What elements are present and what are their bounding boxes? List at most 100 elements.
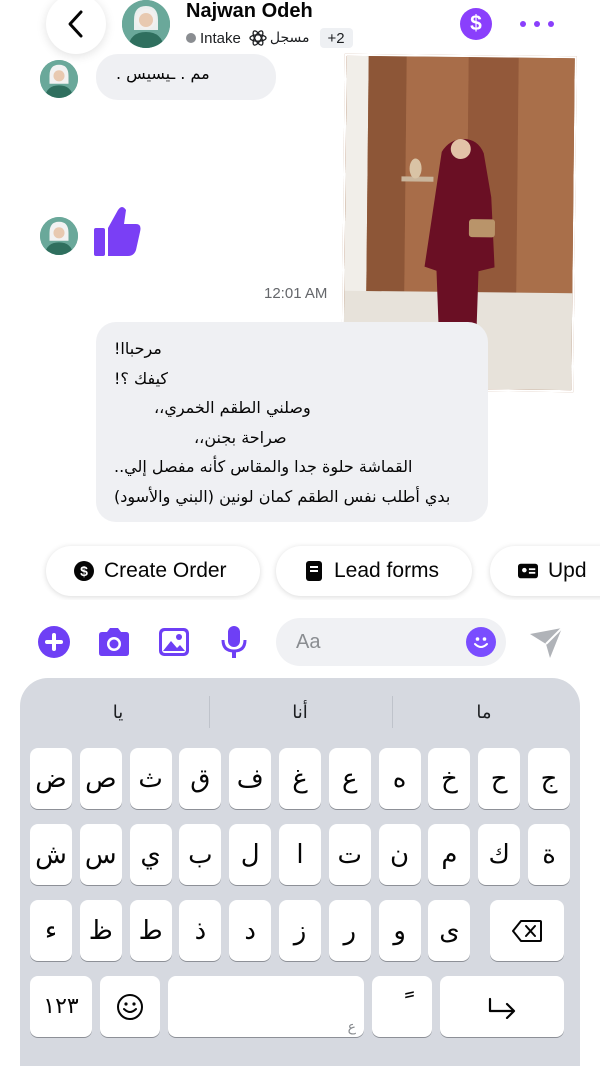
create-order-label: Create Order <box>104 559 227 582</box>
arabic-keyboard: يا أنا ما ١٢٣ ع ً ضصثقفغعهخحجشسيبلاتنمكة… <box>20 678 580 1066</box>
suggestion-item[interactable]: يا <box>58 692 178 732</box>
contact-name[interactable]: Najwan Odeh <box>186 0 313 23</box>
back-button[interactable] <box>46 0 106 54</box>
letter-key[interactable]: ل <box>229 824 272 885</box>
chat-header: Najwan Odeh Intake مسجل +2 $ <box>0 0 600 60</box>
payments-button[interactable]: $ <box>460 8 492 40</box>
letter-key[interactable]: ذ <box>179 900 222 961</box>
letter-key[interactable]: ء <box>30 900 72 961</box>
emoji-button[interactable] <box>466 627 496 657</box>
letter-key[interactable]: ح <box>478 748 521 809</box>
message-line: وصلني الطقم الخمري،، <box>154 398 311 417</box>
send-button[interactable] <box>526 624 566 660</box>
sender-avatar[interactable] <box>40 217 78 255</box>
backspace-icon <box>512 919 542 942</box>
message-composer <box>0 612 600 672</box>
letter-key[interactable]: ش <box>30 824 72 885</box>
letter-key[interactable]: ق <box>179 748 222 809</box>
more-dot-icon <box>548 21 554 27</box>
sender-avatar[interactable] <box>40 60 78 98</box>
message-line: بدي أطلب نفس الطقم كمان لونين (البني وال… <box>114 486 451 506</box>
message-line: كيفك ؟! <box>114 368 169 388</box>
return-arrow-icon <box>488 997 516 1019</box>
message-line: القماشة حلوة جدا والمقاس كأنه مفصل إلي.. <box>114 457 413 476</box>
contact-avatar[interactable] <box>122 0 170 48</box>
extra-tags-badge[interactable]: +2 <box>319 28 353 48</box>
message-input-container[interactable] <box>276 618 506 666</box>
letter-key[interactable]: ك <box>478 824 521 885</box>
message-input[interactable] <box>296 626 456 658</box>
voice-button[interactable] <box>216 624 252 660</box>
lead-forms-label: Lead forms <box>334 559 440 582</box>
smiley-icon <box>474 637 488 648</box>
send-arrow-icon <box>530 627 563 658</box>
message-line: صراحة بجنن،، <box>194 427 287 447</box>
return-key[interactable] <box>440 976 564 1037</box>
add-button[interactable] <box>36 624 72 660</box>
message-line: مرحباا! <box>114 339 162 358</box>
letter-key[interactable]: م <box>428 824 471 885</box>
letter-key[interactable]: ص <box>79 748 122 809</box>
letter-key[interactable]: خ <box>428 748 471 809</box>
letter-key[interactable]: ز <box>279 900 321 961</box>
atom-icon <box>249 30 267 46</box>
letter-key[interactable]: و <box>378 900 421 961</box>
gallery-button[interactable] <box>156 624 192 660</box>
tag-label[interactable]: مسجل <box>270 30 310 46</box>
status-label[interactable]: Intake <box>200 30 241 47</box>
letter-key[interactable]: ى <box>428 900 471 961</box>
letter-key[interactable]: ف <box>229 748 272 809</box>
suggestion-divider <box>209 696 210 728</box>
space-key-hint: ع <box>347 1019 356 1035</box>
message-timestamp: 12:01 AM <box>264 285 328 302</box>
dollar-circle-icon: $ <box>74 561 94 581</box>
microphone-icon <box>221 626 247 658</box>
letter-key[interactable]: س <box>79 824 122 885</box>
suggestion-bar: يا أنا ما <box>20 692 580 732</box>
suggestion-item[interactable]: ما <box>424 692 544 732</box>
more-dot-icon <box>520 21 526 27</box>
letter-key[interactable]: ي <box>129 824 172 885</box>
more-dot-icon <box>534 21 540 27</box>
letter-key[interactable]: ا <box>279 824 321 885</box>
lead-forms-button[interactable]: Lead forms <box>276 546 472 596</box>
thumbs-up-icon[interactable] <box>92 204 142 258</box>
update-button[interactable]: Upd <box>490 546 600 596</box>
letter-key[interactable]: ض <box>30 748 72 809</box>
letter-key[interactable]: ة <box>528 824 570 885</box>
diacritic-key[interactable]: ً <box>372 976 432 1037</box>
backspace-key[interactable] <box>490 900 564 961</box>
letter-key[interactable]: ج <box>528 748 570 809</box>
letter-key[interactable]: ب <box>179 824 222 885</box>
letter-key[interactable]: ت <box>328 824 371 885</box>
emoji-smile-icon <box>117 993 143 1020</box>
numbers-key[interactable]: ١٢٣ <box>30 976 92 1037</box>
contact-card-icon <box>518 561 538 581</box>
letter-key[interactable]: د <box>229 900 272 961</box>
letter-key[interactable]: ه <box>378 748 421 809</box>
camera-icon <box>99 628 129 656</box>
message-text: مم . ـيسيس . <box>116 64 210 83</box>
form-document-icon <box>304 561 324 581</box>
letter-key[interactable]: ع <box>328 748 371 809</box>
letter-key[interactable]: ن <box>378 824 421 885</box>
message-bubble[interactable]: مم . ـيسيس . <box>96 54 276 100</box>
suggestion-item[interactable]: أنا <box>240 692 360 732</box>
letter-key[interactable]: ط <box>129 900 172 961</box>
message-text-block: مرحباا! كيفك ؟! وصلني الطقم الخمري،، صرا… <box>114 334 484 511</box>
chevron-left-icon <box>68 10 83 38</box>
letter-key[interactable]: ر <box>328 900 371 961</box>
status-dot-icon <box>186 33 196 43</box>
more-options-button[interactable] <box>520 8 554 40</box>
create-order-button[interactable]: $ Create Order <box>46 546 260 596</box>
letter-key[interactable]: ث <box>129 748 172 809</box>
camera-button[interactable] <box>96 624 132 660</box>
letter-key[interactable]: غ <box>279 748 321 809</box>
contact-meta: Intake مسجل +2 <box>186 28 353 48</box>
svg-text:$: $ <box>80 563 88 579</box>
letter-key[interactable]: ظ <box>79 900 122 961</box>
update-label: Upd <box>548 559 587 582</box>
space-key[interactable]: ع <box>168 976 364 1037</box>
emoji-key[interactable] <box>100 976 160 1037</box>
suggestion-divider <box>392 696 393 728</box>
